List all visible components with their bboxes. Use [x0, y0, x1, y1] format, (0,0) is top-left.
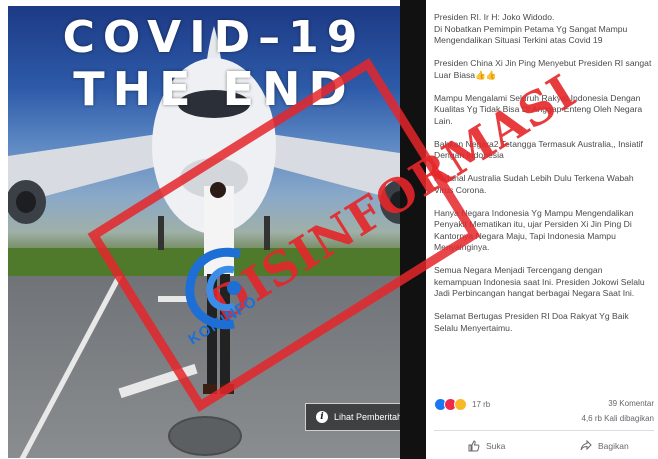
share-button[interactable]: Bagikan	[580, 440, 629, 452]
post-paragraph: Selamat Bertugas Presiden RI Doa Rakyat …	[434, 311, 629, 333]
share-arrow-icon	[580, 440, 592, 451]
reactions-summary[interactable]: 17 rb	[434, 398, 490, 411]
reaction-count: 17 rb	[472, 400, 491, 409]
thumbs-up-icon	[468, 440, 480, 452]
post-paragraph: Presiden RI. Ir H: Joko Widodo. Di Nobat…	[434, 12, 628, 45]
post-paragraph: Semua Negara Menjadi Tercengang dengan k…	[434, 265, 645, 298]
action-divider	[434, 430, 654, 431]
drain-grate	[168, 416, 242, 456]
like-button[interactable]: Suka	[468, 440, 505, 452]
headline-line1: COVID–19	[62, 12, 366, 63]
like-label: Suka	[486, 441, 506, 451]
comment-count[interactable]: 39 Komentar	[608, 399, 654, 408]
haha-reaction-icon	[454, 398, 467, 411]
info-icon: i	[316, 411, 328, 423]
share-count[interactable]: 4,6 rb Kali dibagikan	[582, 414, 655, 423]
share-label: Bagikan	[598, 441, 629, 451]
